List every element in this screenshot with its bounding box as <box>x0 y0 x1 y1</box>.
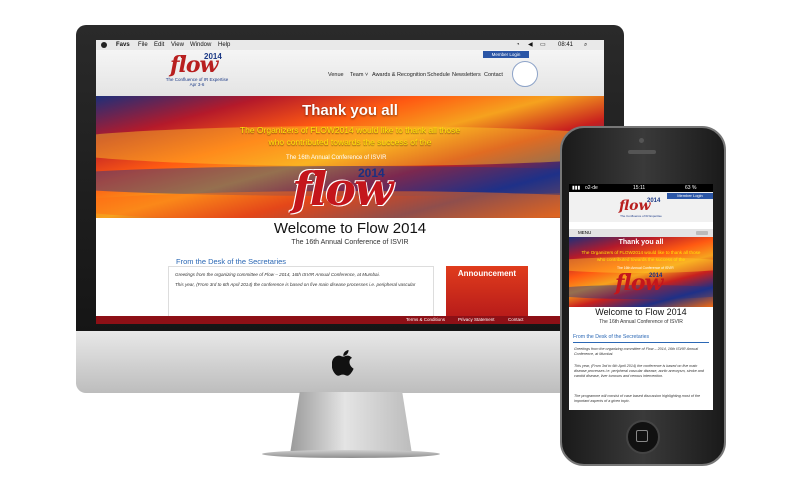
menubar-edit[interactable]: Edit <box>154 40 164 50</box>
site-header: Member Login flow 2014 The Confluence of… <box>96 50 604 96</box>
phone-logo-year: 2014 <box>647 198 661 204</box>
phone-member-login-button[interactable]: Member Login <box>667 193 713 199</box>
nav-venue[interactable]: Venue <box>328 72 344 78</box>
phone-section-heading: From the Desk of the Secretaries <box>573 334 650 340</box>
logo-dates: Apr 3-6 <box>189 82 205 87</box>
phone-hero-banner: Thank you all The Organizers of FLOW2014… <box>569 237 713 307</box>
imac-stand-base <box>262 450 440 458</box>
phone-status-bar: ▮▮▮ o2-de 15:11 63 % <box>569 184 713 192</box>
hero-banner: Thank you all The Organizers of FLOW2014… <box>96 96 604 218</box>
banner-title: Thank you all <box>302 102 398 119</box>
menubar-view[interactable]: View <box>171 40 184 50</box>
nav-schedule[interactable]: Schedule <box>427 72 450 78</box>
member-login-button[interactable]: Member Login <box>483 51 529 58</box>
status-time: 15:11 <box>633 185 646 191</box>
phone-banner-title: Thank you all <box>618 239 664 246</box>
phone-message-paragraph: Greetings from the organizing committee … <box>574 347 699 356</box>
signal-icon: ▮▮▮ <box>572 185 581 191</box>
phone-logo-tagline: The Confluence of IR Expertise <box>620 214 662 218</box>
phone-logo-wordmark[interactable]: flow <box>619 198 651 214</box>
nav-contact[interactable]: Contact <box>484 72 503 78</box>
isvir-seal-logo <box>512 61 538 87</box>
wifi-icon[interactable]: ◔ <box>516 40 520 50</box>
carrier-name: o2-de <box>585 185 598 191</box>
page-subtitle: The 16th Annual Conference of ISVIR <box>291 239 409 246</box>
page-title: Welcome to Flow 2014 <box>273 220 427 237</box>
site-footer: Terms & Conditions Privacy Statement Con… <box>96 316 604 324</box>
battery-percent: 63 % <box>685 185 697 191</box>
menubar-app-name[interactable]: Favs <box>116 40 130 50</box>
spotlight-icon[interactable]: ⌕ <box>584 40 587 50</box>
front-camera <box>639 138 644 143</box>
nav-awards[interactable]: Awards & Recognition <box>372 72 426 78</box>
phone-section-divider <box>573 342 709 343</box>
phone-banner-flow-year: 2014 <box>649 273 663 279</box>
footer-contact-link[interactable]: Contact <box>508 316 524 324</box>
menubar-help[interactable]: Help <box>218 40 230 50</box>
volume-icon[interactable]: ◀ <box>528 40 533 50</box>
phone-screen: ▮▮▮ o2-de 15:11 63 % Member Login flow 2… <box>569 184 713 410</box>
phone-menu-label[interactable]: MENU <box>578 229 591 237</box>
banner-flow-year: 2014 <box>358 166 385 180</box>
battery-icon[interactable]: ▭ <box>540 40 546 50</box>
nav-team[interactable]: Team ˅ <box>350 72 368 78</box>
banner-message-line1: The Organizers of FLOW2014 would like to… <box>239 125 461 135</box>
section-heading: From the Desk of the Secretaries <box>176 257 287 266</box>
logo-year: 2014 <box>204 52 222 61</box>
logo-tagline: The Confluence of IR Expertise Apr 3-6 <box>162 77 232 87</box>
phone-message-paragraph: The programme will consist of case based… <box>574 394 701 403</box>
home-button-icon <box>636 430 648 442</box>
menubar-file[interactable]: File <box>138 40 148 50</box>
message-paragraph: This year, (From 3rd to 6th April 2014) … <box>175 282 416 287</box>
menubar-clock: 08:41 <box>558 42 574 48</box>
message-paragraph: Greetings from the organizing committee … <box>175 272 380 277</box>
menubar-window[interactable]: Window <box>190 40 211 50</box>
banner-message-line2: who contributed towards the success of t… <box>268 137 432 147</box>
footer-privacy-link[interactable]: Privacy Statement <box>458 316 495 324</box>
phone-banner-line2: who contributed towards the success of t… <box>596 257 686 262</box>
hamburger-icon[interactable] <box>696 231 708 235</box>
phone-banner-line1: The Organizers of FLOW2014 would like to… <box>581 250 701 255</box>
apple-menu-icon[interactable] <box>101 42 107 48</box>
apple-logo-icon <box>332 350 354 376</box>
phone-menu-bar[interactable]: MENU <box>569 229 713 237</box>
imac-stand <box>290 392 412 454</box>
phone-message-paragraph: This year, (From 3rd to 6th April 2014) … <box>574 364 704 378</box>
phone-page-subtitle: The 16th Annual Conference of ISVIR <box>599 319 683 325</box>
banner-conference-subtitle: The 16th Annual Conference of ISVIR <box>286 155 387 161</box>
nav-newsletters[interactable]: Newsletters <box>452 72 481 78</box>
footer-terms-link[interactable]: Terms & Conditions <box>406 316 445 324</box>
announcement-title: Announcement <box>457 269 517 278</box>
earpiece-speaker <box>628 150 656 154</box>
phone-page-title: Welcome to Flow 2014 <box>595 307 687 317</box>
desktop-screen: Favs File Edit View Window Help ◔ ◀ ▭ 08… <box>96 40 604 324</box>
